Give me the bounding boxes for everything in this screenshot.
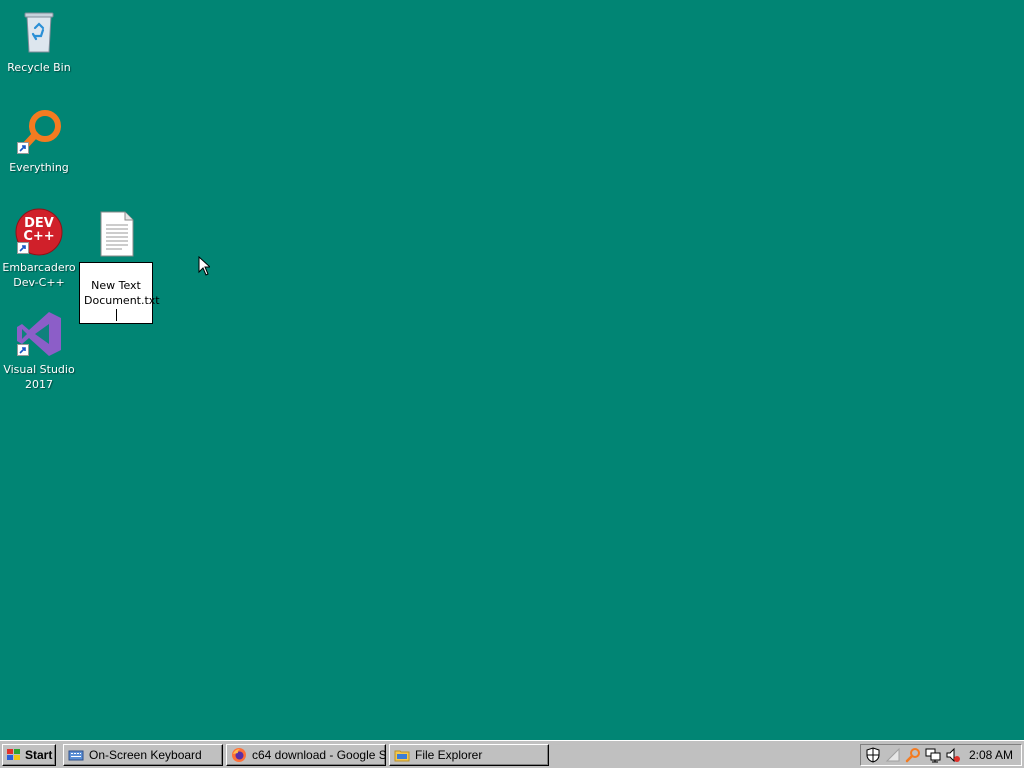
taskbar: Start On-Screen Keyboard c64 download - … [0,740,1024,768]
windows-logo-icon [7,749,20,760]
desktop-icon-recycle-bin[interactable]: Recycle Bin [1,8,77,75]
dev-cpp-icon: DEV C++ [15,208,63,256]
firefox-icon [232,748,246,762]
recycle-bin-icon [15,8,63,56]
desktop-icon-new-text-document[interactable]: New Text Document.txt [78,210,160,324]
desktop-icon-dev-cpp[interactable]: DEV C++ Embarcadero Dev-C++ [1,208,77,290]
shortcut-arrow-icon [17,344,29,356]
text-caret [115,309,117,321]
taskbar-button-firefox[interactable]: c64 download - Google Se... [226,744,386,766]
network-wireless-icon[interactable] [885,747,901,763]
dev-cpp-logo-text: DEV C++ [23,216,55,244]
visual-studio-icon [15,310,63,358]
everything-search-icon[interactable] [905,747,921,763]
desktop-icon-label: Recycle Bin [7,61,71,74]
taskbar-button-label: c64 download - Google Se... [252,748,386,762]
keyboard-icon [68,750,84,761]
shortcut-arrow-icon [17,242,29,254]
taskbar-button-file-explorer[interactable]: File Explorer [389,744,549,766]
rename-textbox[interactable]: New Text Document.txt [79,262,160,324]
start-button[interactable]: Start [2,744,56,766]
desktop[interactable]: Recycle Bin Everything DEV C++ Embarcade… [0,0,1024,740]
shield-icon[interactable] [865,747,881,763]
system-tray: 2:08 AM [860,744,1022,766]
folder-icon [394,750,410,762]
desktop-icon-label: Visual Studio 2017 [3,363,75,391]
volume-muted-icon[interactable] [945,747,961,763]
mouse-pointer-icon [198,256,210,276]
shortcut-arrow-icon [17,142,29,154]
everything-search-icon [15,108,63,156]
taskbar-button-label: On-Screen Keyboard [89,748,202,762]
text-document-icon [92,210,140,258]
desktop-icon-label: Embarcadero Dev-C++ [2,261,76,289]
network-icon[interactable] [925,747,941,763]
desktop-icon-visual-studio[interactable]: Visual Studio 2017 [1,310,77,392]
taskbar-button-on-screen-keyboard[interactable]: On-Screen Keyboard [63,744,223,766]
start-label: Start [25,748,53,762]
taskbar-button-label: File Explorer [415,748,483,762]
taskbar-clock[interactable]: 2:08 AM [969,748,1013,762]
desktop-icon-label: Everything [9,161,69,174]
desktop-icon-everything[interactable]: Everything [1,108,77,175]
rename-text: New Text Document.txt [84,279,160,307]
